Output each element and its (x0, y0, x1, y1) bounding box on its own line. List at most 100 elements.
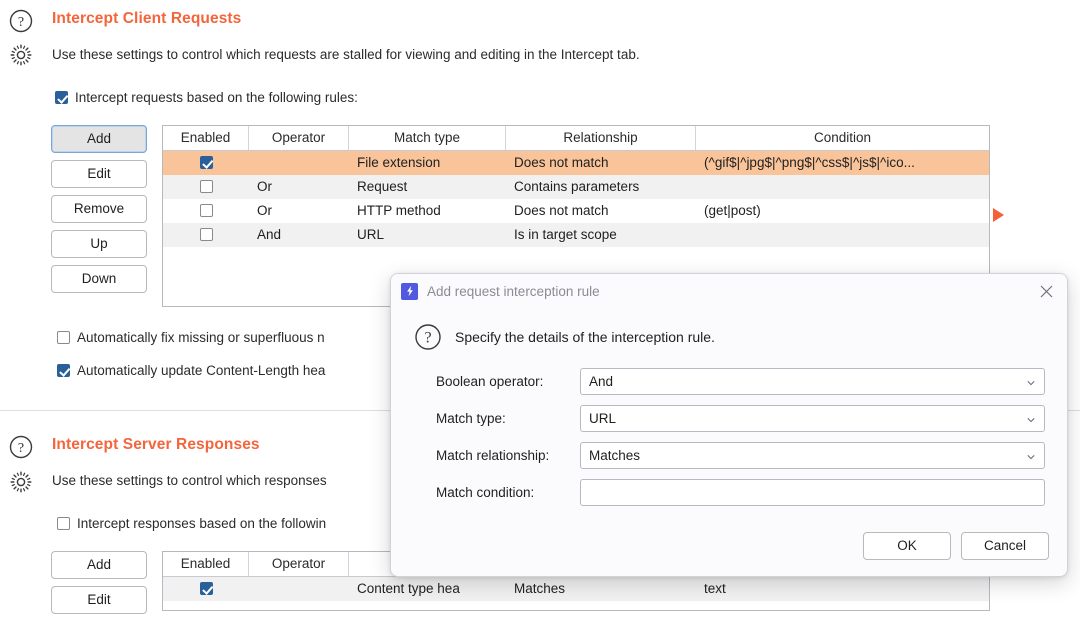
intercept-responses-label: Intercept responses based on the followi… (77, 516, 327, 531)
cancel-button[interactable]: Cancel (961, 532, 1049, 560)
rule-marker-triangle-icon (993, 208, 1004, 222)
table-row[interactable]: Or HTTP method Does not match (get|post) (163, 199, 989, 223)
response-row-condition-cell: text (704, 581, 726, 596)
move-rule-down-button[interactable]: Down (51, 265, 147, 293)
ok-button[interactable]: OK (863, 532, 951, 560)
response-row-enabled-checkbox[interactable] (199, 582, 213, 595)
edit-rule-button[interactable]: Edit (51, 160, 147, 188)
auto-update-content-length-checkbox-row[interactable]: Automatically update Content-Length hea (57, 363, 325, 378)
response-column-header-operator[interactable]: Operator (249, 552, 349, 576)
auto-fix-headers-label: Automatically fix missing or superfluous… (77, 330, 325, 345)
svg-text:?: ? (18, 15, 24, 30)
response-row-match-type-cell: Content type hea (357, 581, 460, 596)
lightning-bolt-icon (401, 282, 418, 300)
svg-text:?: ? (424, 330, 431, 347)
section-desc-server-responses: Use these settings to control which resp… (52, 473, 327, 488)
row-enabled-checkbox[interactable] (199, 204, 213, 217)
response-row-operator-cell (249, 577, 349, 601)
dialog-body: ? Specify the details of the interceptio… (391, 308, 1067, 506)
section-1-icons: ? (8, 8, 42, 34)
row-condition-cell: (get|post) (704, 203, 761, 218)
intercept-responses-checkbox-row[interactable]: Intercept responses based on the followi… (57, 516, 326, 531)
row-match-type-cell: Request (357, 179, 408, 194)
response-row-enabled-cell[interactable] (163, 577, 249, 601)
dialog-prompt: ? Specify the details of the interceptio… (413, 322, 1045, 352)
rules-button-column: Add Edit Remove Up Down (51, 125, 147, 300)
row-enabled-cell[interactable] (163, 199, 249, 223)
table-row[interactable]: Or Request Contains parameters (163, 175, 989, 199)
boolean-operator-row: Boolean operator: And (413, 368, 1045, 395)
add-request-interception-rule-dialog: Add request interception rule ? Specify … (390, 273, 1068, 577)
section-title-client-requests: Intercept Client Requests (52, 10, 242, 27)
table-row[interactable]: And URL Is in target scope (163, 223, 989, 247)
chevron-down-icon[interactable] (1027, 453, 1035, 461)
intercept-responses-checkbox[interactable] (57, 517, 70, 530)
match-condition-row: Match condition: (413, 479, 1045, 506)
boolean-operator-label: Boolean operator: (436, 374, 544, 389)
boolean-operator-select[interactable]: And (580, 368, 1045, 395)
table-row[interactable]: Content type hea Matches text (163, 577, 989, 601)
section-2-icons: ? (8, 434, 42, 460)
row-operator-cell (249, 151, 349, 175)
match-condition-input[interactable] (580, 479, 1045, 506)
row-relationship-cell: Does not match (514, 203, 609, 218)
auto-fix-headers-checkbox[interactable] (57, 331, 70, 344)
response-column-header-enabled[interactable]: Enabled (163, 552, 249, 576)
row-enabled-cell[interactable] (163, 223, 249, 247)
section-title-server-responses: Intercept Server Responses (52, 436, 260, 453)
close-icon[interactable] (1031, 278, 1061, 304)
help-icon[interactable]: ? (8, 434, 34, 460)
chevron-down-icon[interactable] (1027, 416, 1035, 424)
request-rules-table-header: Enabled Operator Match type Relationship… (163, 126, 989, 151)
column-header-match-type[interactable]: Match type (349, 126, 506, 150)
match-type-label: Match type: (436, 411, 506, 426)
row-match-type-cell: URL (357, 227, 385, 242)
auto-fix-headers-checkbox-row[interactable]: Automatically fix missing or superfluous… (57, 330, 325, 345)
row-relationship-cell: Is in target scope (514, 227, 617, 242)
intercept-requests-label: Intercept requests based on the followin… (75, 90, 358, 105)
auto-update-content-length-checkbox[interactable] (57, 364, 70, 377)
dialog-prompt-text: Specify the details of the interception … (455, 329, 715, 345)
row-operator-cell: Or (257, 179, 272, 194)
match-condition-label: Match condition: (436, 485, 535, 500)
chevron-down-icon[interactable] (1027, 379, 1035, 387)
dialog-footer: OK Cancel (863, 532, 1049, 560)
row-condition-cell: (^gif$|^jpg$|^png$|^css$|^js$|^ico... (704, 155, 915, 170)
response-rules-button-column: Add Edit (51, 551, 147, 621)
response-row-relationship-cell: Matches (514, 581, 566, 596)
row-condition-cell (696, 175, 989, 199)
help-icon[interactable]: ? (8, 8, 34, 34)
row-condition-cell (696, 223, 989, 247)
match-relationship-row: Match relationship: Matches (413, 442, 1045, 469)
add-response-rule-button[interactable]: Add (51, 551, 147, 579)
row-relationship-cell: Contains parameters (514, 179, 640, 194)
table-row[interactable]: File extension Does not match (^gif$|^jp… (163, 151, 989, 175)
match-relationship-select[interactable]: Matches (580, 442, 1045, 469)
section-2-gear (8, 469, 42, 495)
match-relationship-value: Matches (589, 448, 641, 463)
section-desc-client-requests: Use these settings to control which requ… (52, 47, 640, 62)
match-type-select[interactable]: URL (580, 405, 1045, 432)
remove-rule-button[interactable]: Remove (51, 195, 147, 223)
column-header-operator[interactable]: Operator (249, 126, 349, 150)
edit-response-rule-button[interactable]: Edit (51, 586, 147, 614)
row-enabled-checkbox[interactable] (199, 228, 213, 241)
row-match-type-cell: HTTP method (357, 203, 441, 218)
row-enabled-cell[interactable] (163, 175, 249, 199)
row-operator-cell: And (257, 227, 282, 242)
row-enabled-cell[interactable] (163, 151, 249, 175)
intercept-requests-checkbox-row[interactable]: Intercept requests based on the followin… (55, 90, 358, 105)
move-rule-up-button[interactable]: Up (51, 230, 147, 258)
gear-icon (10, 44, 32, 66)
column-header-enabled[interactable]: Enabled (163, 126, 249, 150)
row-enabled-checkbox[interactable] (199, 156, 213, 169)
intercept-requests-checkbox[interactable] (55, 91, 68, 104)
gear-icon (10, 471, 32, 493)
auto-update-content-length-label: Automatically update Content-Length hea (77, 363, 326, 378)
row-enabled-checkbox[interactable] (199, 180, 213, 193)
column-header-condition[interactable]: Condition (696, 126, 989, 150)
add-rule-button[interactable]: Add (51, 125, 147, 153)
column-header-relationship[interactable]: Relationship (506, 126, 696, 150)
match-type-row: Match type: URL (413, 405, 1045, 432)
help-icon: ? (415, 324, 441, 350)
